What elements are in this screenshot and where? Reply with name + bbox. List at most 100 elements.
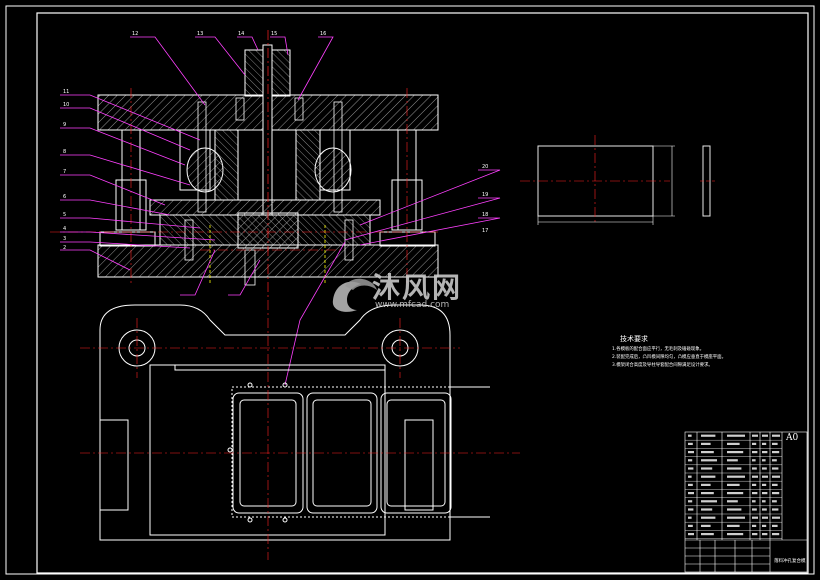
bom-cell-glyphs (762, 533, 768, 536)
callout-top-1: 13 (197, 31, 203, 37)
bom-cell-glyphs (727, 524, 740, 527)
bom-cell-glyphs (701, 434, 716, 437)
bom-cell-glyphs (752, 508, 757, 511)
bom-cell-glyphs (727, 434, 745, 437)
bom-cell-glyphs (772, 483, 778, 486)
bom-cell-glyphs (727, 451, 744, 454)
bom-cell-glyphs (688, 475, 692, 478)
bom-cell-glyphs (762, 434, 768, 437)
bom-cell-glyphs (752, 442, 757, 445)
bom-cell-glyphs (762, 492, 768, 495)
bom-cell-glyphs (701, 483, 711, 486)
bom-cell-glyphs (752, 500, 756, 503)
brand-logo-icon (332, 278, 377, 312)
callout-top-0: 12 (132, 31, 138, 37)
bom-cell-glyphs (752, 467, 757, 470)
callout-top-2: 14 (238, 31, 244, 37)
callout-left-4: 7 (63, 169, 66, 175)
bom-cell-glyphs (688, 500, 693, 503)
bom-cell-glyphs (772, 516, 780, 519)
callout-left-8: 3 (63, 236, 66, 242)
bom-cell-glyphs (701, 524, 711, 527)
bom-cell-glyphs (727, 475, 745, 478)
bom-cell-glyphs (701, 459, 717, 462)
callout-left-6: 5 (63, 212, 66, 218)
bom-cell-glyphs (772, 524, 778, 527)
callout-top-3: 15 (271, 31, 277, 37)
bom-cell-glyphs (727, 492, 744, 495)
bom-cell-glyphs (727, 459, 738, 462)
bom-cell-glyphs (688, 442, 693, 445)
callout-right-1: 19 (482, 192, 488, 198)
bom-cell-glyphs (762, 467, 767, 470)
bom-cell-glyphs (772, 442, 778, 445)
bom-cell-glyphs (701, 508, 713, 511)
cad-drawing-canvas: 11 10 9 8 7 6 5 4 3 2 12 13 14 15 16 20 … (5, 5, 815, 575)
bom-cell-glyphs (727, 516, 745, 519)
bom-cell-glyphs (688, 508, 694, 511)
bom-cell-glyphs (762, 500, 766, 503)
bom-cell-glyphs (688, 434, 692, 437)
bom-rows (685, 440, 782, 539)
bom-cell-glyphs (772, 492, 780, 495)
bom-cell-glyphs (688, 467, 694, 470)
bom-cell-glyphs (727, 467, 742, 470)
bom-cell-glyphs (772, 475, 780, 478)
tech-note-1: 1.各模板的配合面应平行，无毛刺及磕碰现象。 (612, 345, 704, 352)
bom-cell-marks (688, 434, 780, 536)
callout-left-9: 2 (63, 245, 66, 251)
bom-cell-glyphs (762, 475, 768, 478)
bom-cell-glyphs (752, 533, 758, 536)
bom-cell-glyphs (762, 451, 768, 454)
bom-cell-glyphs (772, 451, 780, 454)
bom-cell-glyphs (752, 524, 757, 527)
tech-title: 技术要求 (620, 334, 648, 343)
bom-cell-glyphs (727, 533, 744, 536)
bom-cell-glyphs (752, 492, 758, 495)
bom-cell-glyphs (772, 533, 780, 536)
bom-cell-glyphs (701, 533, 714, 536)
tech-note-2: 2.装配完成后，凸凹模间隙均匀，凸模应垂直于模座平面。 (612, 353, 726, 360)
bom-cell-glyphs (701, 451, 714, 454)
drawing-name: 落料冲孔复合模 (774, 557, 806, 564)
bom-cell-glyphs (727, 508, 742, 511)
bom-cell-glyphs (688, 516, 692, 519)
plan-center-lines (80, 300, 520, 560)
bom-cell-glyphs (701, 475, 716, 478)
bom-cell-glyphs (688, 492, 694, 495)
bom-cell-glyphs (727, 442, 740, 445)
bom-cell-glyphs (688, 459, 693, 462)
sheet-size: A0 (785, 433, 798, 443)
bom-cell-glyphs (727, 500, 738, 503)
bom-cell-glyphs (772, 500, 777, 503)
callout-left-1: 10 (63, 102, 69, 108)
bom-cell-glyphs (752, 516, 758, 519)
bom-cell-glyphs (701, 500, 717, 503)
callout-left-7: 4 (63, 226, 66, 232)
bom-cell-glyphs (752, 475, 758, 478)
bom-cell-glyphs (752, 434, 758, 437)
bom-cell-glyphs (701, 442, 711, 445)
bom-cell-glyphs (688, 524, 693, 527)
callout-right-3: 17 (482, 228, 488, 234)
bom-cell-glyphs (772, 467, 779, 470)
bom-cell-glyphs (772, 434, 780, 437)
bom-cell-glyphs (752, 459, 756, 462)
tech-note-3: 3.模架闭合高度及导柱导套配合间隙满足设计要求。 (612, 361, 713, 368)
callout-top-4: 16 (320, 31, 326, 37)
callout-left-2: 9 (63, 122, 66, 128)
callout-left-5: 6 (63, 194, 66, 200)
bom-cell-glyphs (688, 483, 693, 486)
bom-cell-glyphs (762, 483, 767, 486)
callout-right-0: 20 (482, 164, 488, 170)
bom-cell-glyphs (762, 524, 767, 527)
bom-cell-glyphs (688, 451, 694, 454)
bom-cell-glyphs (701, 492, 714, 495)
bom-cell-glyphs (762, 459, 766, 462)
technical-requirements: 技术要求 1.各模板的配合面应平行，无毛刺及磕碰现象。 2.装配完成后，凸凹模间… (612, 334, 726, 368)
bom-cell-glyphs (727, 483, 740, 486)
bom-cell-glyphs (772, 459, 777, 462)
callout-right-2: 18 (482, 212, 488, 218)
bom-cell-glyphs (688, 533, 694, 536)
bom-cell-glyphs (762, 442, 767, 445)
